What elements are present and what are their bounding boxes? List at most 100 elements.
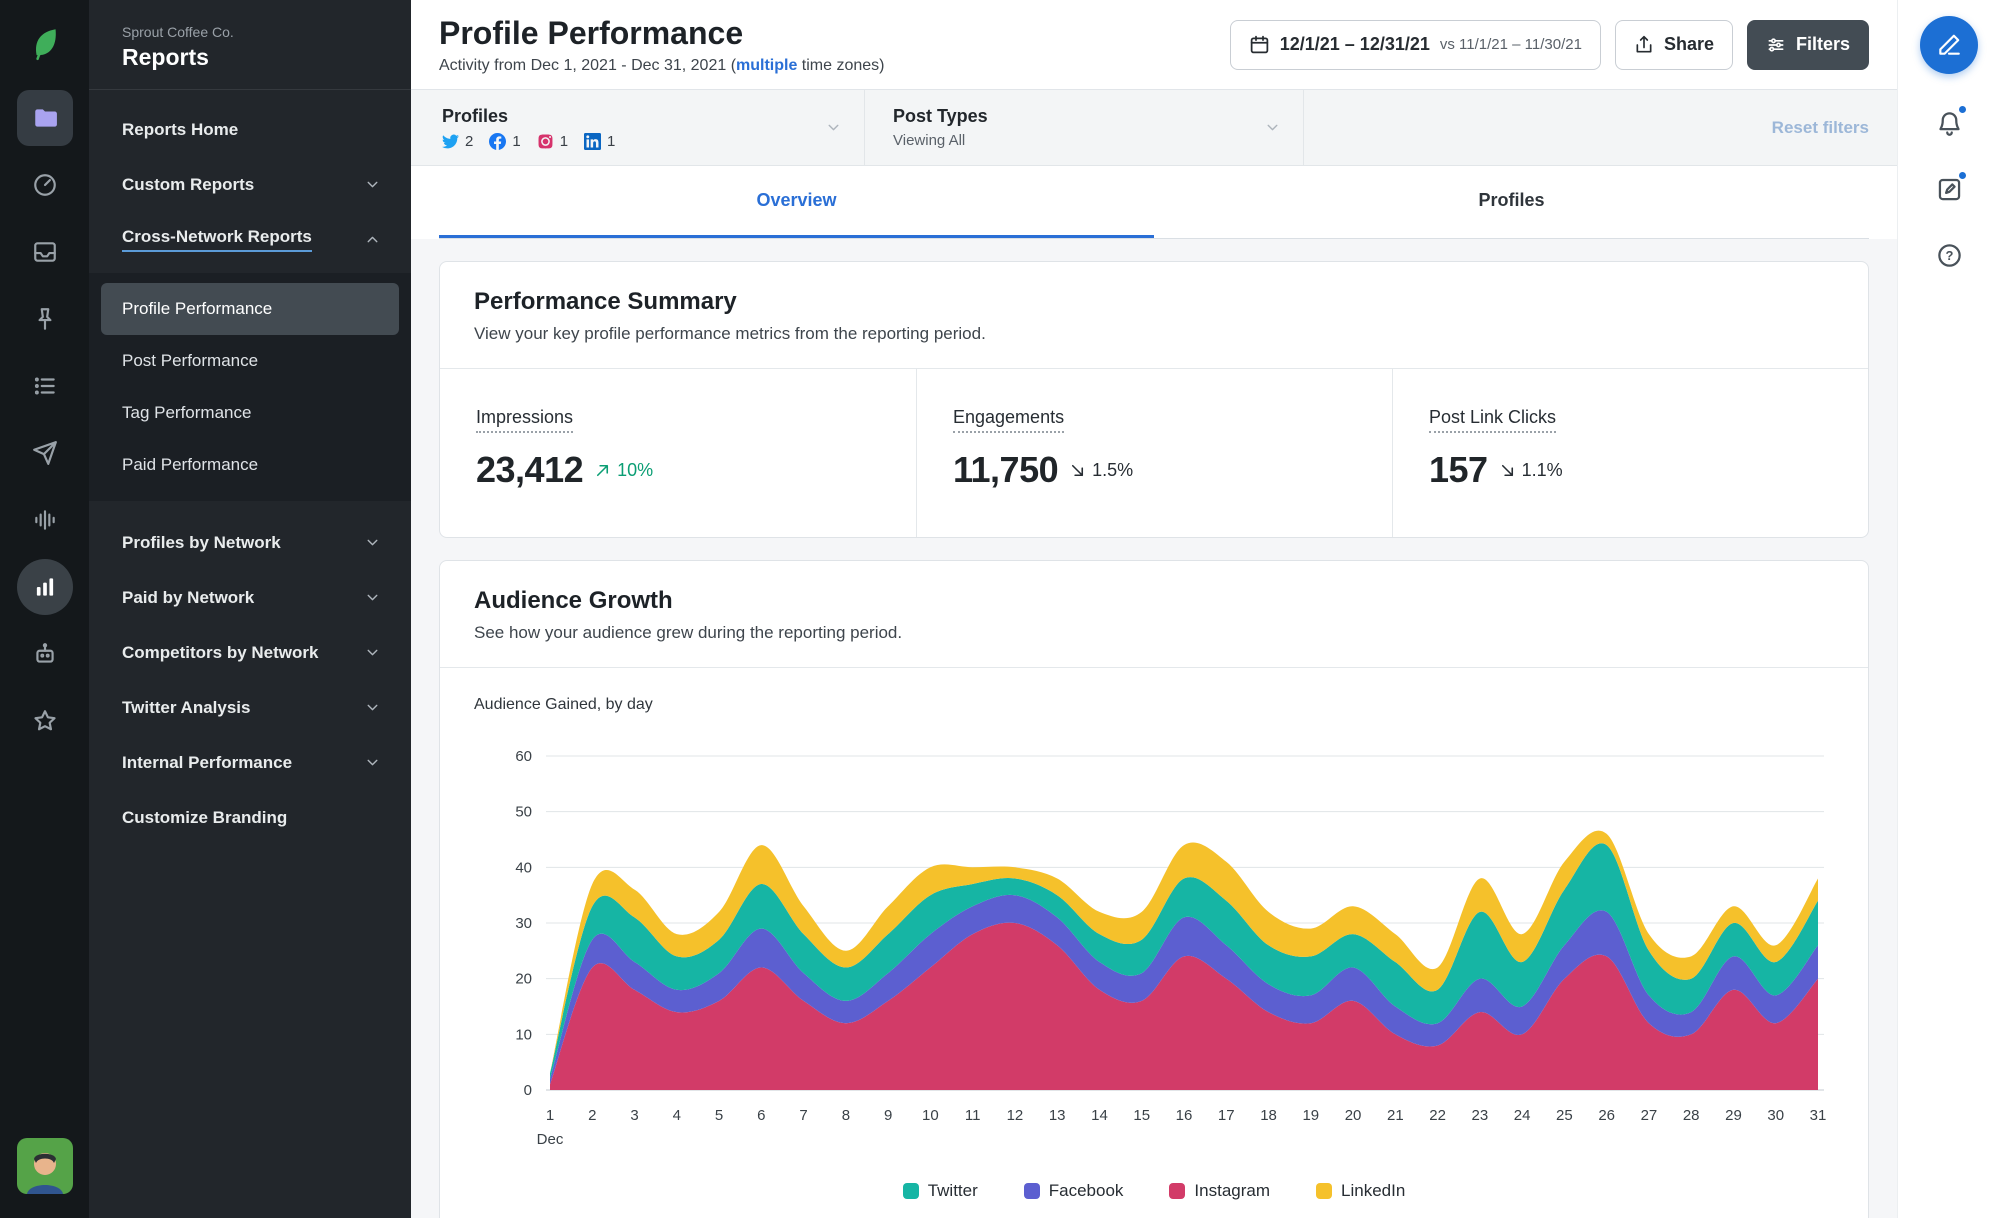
metric-label[interactable]: Post Link Clicks bbox=[1429, 407, 1557, 433]
notifications-button[interactable] bbox=[1926, 100, 1972, 146]
sidebar-item-profiles-by-network[interactable]: Profiles by Network bbox=[89, 515, 411, 570]
paper-plane-icon[interactable] bbox=[17, 425, 73, 481]
sidebar-item-customize-branding[interactable]: Customize Branding bbox=[89, 790, 411, 845]
legend-item-facebook[interactable]: Facebook bbox=[1023, 1181, 1124, 1201]
sliders-icon bbox=[1768, 37, 1784, 52]
feedback-button[interactable] bbox=[1926, 166, 1972, 212]
feedback-dot bbox=[1957, 170, 1968, 181]
company-name: Sprout Coffee Co. bbox=[122, 24, 234, 40]
subtitle-suffix: time zones) bbox=[797, 56, 885, 74]
audience-growth-card: Audience Growth See how your audience gr… bbox=[439, 560, 1869, 1218]
sidebar-item-cross-network-reports[interactable]: Cross-Network Reports bbox=[89, 212, 411, 267]
twitter-count: 2 bbox=[442, 133, 473, 150]
page-title: Profile Performance bbox=[439, 14, 744, 51]
performance-summary-card: Performance Summary View your key profil… bbox=[439, 261, 1869, 538]
legend-swatch bbox=[1023, 1183, 1040, 1199]
profiles-filter-text: Profiles 2 1 1 1 bbox=[442, 106, 615, 150]
share-button[interactable]: Share bbox=[1614, 19, 1733, 70]
metric-value: 23,412 bbox=[476, 449, 584, 490]
facebook-icon bbox=[489, 132, 507, 150]
sidebar-nav: Reports Home Custom Reports Cross-Networ… bbox=[89, 90, 411, 845]
notification-dot bbox=[1957, 104, 1968, 115]
filters-button[interactable]: Filters bbox=[1746, 19, 1869, 70]
svg-text:30: 30 bbox=[1767, 1107, 1784, 1124]
metric-value-row: 11,750 1.5% bbox=[953, 449, 1356, 491]
main-panel: Profile Performance Activity from Dec 1,… bbox=[411, 0, 1897, 1218]
metric-change: 1.5% bbox=[1092, 459, 1134, 480]
sidebar-item-custom-reports[interactable]: Custom Reports bbox=[89, 157, 411, 212]
sidebar-item-paid-by-network[interactable]: Paid by Network bbox=[89, 570, 411, 625]
metric-label[interactable]: Impressions bbox=[476, 407, 574, 433]
inbox-tray-icon[interactable] bbox=[17, 224, 73, 280]
legend-item-linkedin[interactable]: LinkedIn bbox=[1316, 1181, 1405, 1201]
svg-text:20: 20 bbox=[1345, 1107, 1362, 1124]
sidebar-item-post-performance[interactable]: Post Performance bbox=[101, 335, 399, 387]
svg-text:10: 10 bbox=[922, 1107, 939, 1124]
metric-value: 11,750 bbox=[953, 449, 1059, 490]
bot-icon[interactable] bbox=[17, 626, 73, 682]
sidebar-item-internal-performance[interactable]: Internal Performance bbox=[89, 735, 411, 790]
legend-label: Facebook bbox=[1048, 1181, 1124, 1200]
legend-swatch bbox=[1169, 1183, 1186, 1199]
legend-item-instagram[interactable]: Instagram bbox=[1169, 1181, 1270, 1201]
bar-chart-icon[interactable] bbox=[16, 559, 73, 615]
list-icon[interactable] bbox=[17, 358, 73, 414]
svg-text:26: 26 bbox=[1598, 1107, 1615, 1124]
sidebar-item-profile-performance[interactable]: Profile Performance bbox=[101, 283, 399, 335]
tab-profiles[interactable]: Profiles bbox=[1154, 166, 1869, 238]
audience-growth-subtitle: See how your audience grew during the re… bbox=[474, 623, 903, 642]
timezones-link[interactable]: multiple bbox=[736, 57, 797, 74]
post-types-value: Viewing All bbox=[893, 132, 966, 149]
svg-text:16: 16 bbox=[1176, 1107, 1193, 1124]
chevron-down-icon bbox=[367, 594, 378, 601]
page-subtitle: Activity from Dec 1, 2021 - Dec 31, 2021… bbox=[439, 57, 885, 75]
svg-text:31: 31 bbox=[1810, 1107, 1827, 1124]
page-header: Profile Performance Activity from Dec 1,… bbox=[411, 0, 1897, 90]
trend-up-icon bbox=[597, 464, 609, 476]
help-button[interactable]: ? bbox=[1926, 232, 1972, 278]
profiles-filter[interactable]: Profiles 2 1 1 1 bbox=[411, 90, 865, 165]
sidebar-item-competitors-by-network[interactable]: Competitors by Network bbox=[89, 625, 411, 680]
legend-item-twitter[interactable]: Twitter bbox=[902, 1181, 978, 1201]
sprout-leaf-icon[interactable] bbox=[17, 16, 73, 72]
waveform-icon[interactable] bbox=[17, 492, 73, 548]
gauge-icon[interactable] bbox=[17, 157, 73, 213]
performance-summary-subtitle: View your key profile performance metric… bbox=[474, 324, 986, 343]
sidebar-item-reports-home[interactable]: Reports Home bbox=[89, 102, 411, 157]
chart-legend: Twitter Facebook Instagram LinkedIn bbox=[440, 1165, 1868, 1218]
sidebar-item-label: Profiles by Network bbox=[122, 532, 281, 552]
reset-filters-link[interactable]: Reset filters bbox=[1772, 118, 1869, 138]
post-types-filter-text: Post Types Viewing All bbox=[893, 106, 988, 149]
legend-swatch bbox=[902, 1183, 919, 1199]
sidebar-item-twitter-analysis[interactable]: Twitter Analysis bbox=[89, 680, 411, 735]
facebook-count: 1 bbox=[489, 132, 521, 150]
compose-button[interactable] bbox=[1920, 16, 1978, 74]
sidebar-item-label: Tag Performance bbox=[122, 403, 252, 422]
svg-text:40: 40 bbox=[515, 859, 532, 876]
sidebar-item-paid-performance[interactable]: Paid Performance bbox=[101, 439, 399, 491]
header-actions: 12/1/21 – 12/31/21 vs 11/1/21 – 11/30/21… bbox=[1229, 19, 1869, 70]
metric-engagements: Engagements 11,750 1.5% bbox=[916, 369, 1392, 537]
svg-text:9: 9 bbox=[884, 1107, 892, 1124]
date-range-button[interactable]: 12/1/21 – 12/31/21 vs 11/1/21 – 11/30/21 bbox=[1229, 19, 1601, 70]
linkedin-count: 1 bbox=[584, 132, 615, 150]
chevron-down-icon bbox=[367, 704, 378, 711]
tab-overview[interactable]: Overview bbox=[439, 166, 1154, 238]
folder-icon[interactable] bbox=[16, 90, 73, 146]
subtitle-prefix: Activity from Dec 1, 2021 - Dec 31, 2021… bbox=[439, 56, 737, 74]
audience-growth-title: Audience Growth bbox=[474, 587, 673, 614]
pin-icon[interactable] bbox=[17, 291, 73, 347]
svg-text:14: 14 bbox=[1091, 1107, 1108, 1124]
filter-bar: Profiles 2 1 1 1 Post Types Viewing All … bbox=[411, 90, 1897, 166]
user-avatar[interactable] bbox=[16, 1138, 73, 1194]
chevron-down-icon bbox=[1267, 124, 1278, 131]
metric-impressions: Impressions 23,412 10% bbox=[440, 369, 916, 537]
performance-summary-title: Performance Summary bbox=[474, 288, 737, 315]
metric-label[interactable]: Engagements bbox=[953, 407, 1065, 433]
tabs: Overview Profiles bbox=[439, 166, 1869, 239]
post-types-label: Post Types bbox=[893, 106, 988, 126]
sidebar-item-label: Reports Home bbox=[122, 119, 239, 139]
star-icon[interactable] bbox=[17, 693, 73, 749]
sidebar-item-tag-performance[interactable]: Tag Performance bbox=[101, 387, 399, 439]
post-types-filter[interactable]: Post Types Viewing All bbox=[865, 90, 1304, 165]
